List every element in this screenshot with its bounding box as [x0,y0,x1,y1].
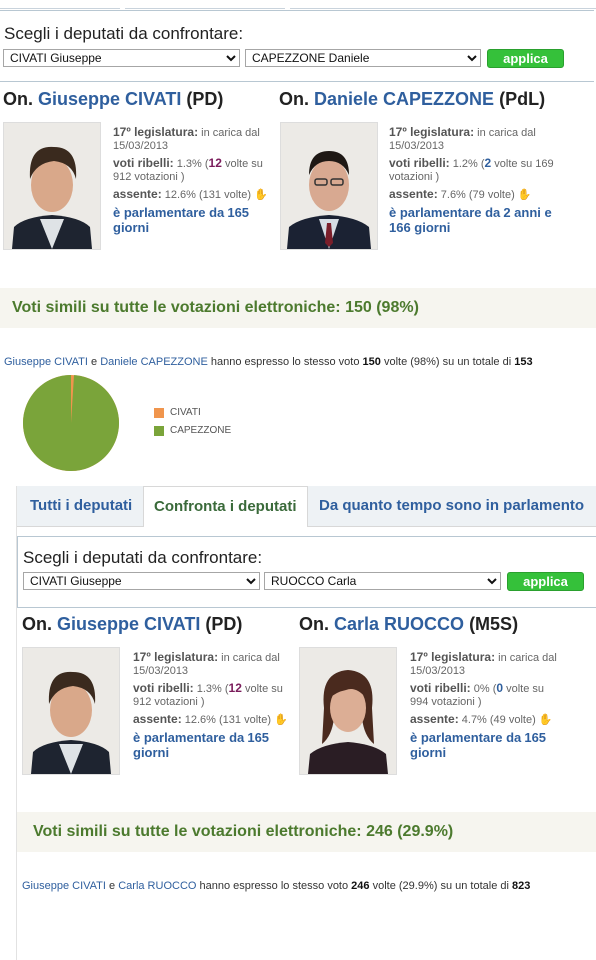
mp-heading-civati: On. Giuseppe CIVATI (PD) [3,89,224,109]
legend-swatch-civati [154,408,164,418]
legend-label-civati: CIVATI [170,407,201,418]
compare-picker-panel: Scegli i deputati da confrontare: CIVATI… [0,10,594,82]
similar-votes-banner-2: Voti simili su tutte le votazioni elettr… [17,812,596,852]
deputy-select-1[interactable]: CIVATI Giuseppe [3,49,240,67]
mp-info-capezzone: 17º legislatura: in carica dal 15/03/201… [389,125,554,235]
legend-swatch-capezzone [154,426,164,436]
mp-link-civati-2[interactable]: Giuseppe CIVATI [57,614,200,634]
left-divider [0,486,17,960]
compare-picker-panel-2: Scegli i deputati da confrontare: CIVATI… [17,536,596,608]
thumbs-down-icon: ✋ [254,189,268,201]
same-vote-pie-chart [22,375,119,471]
mp-photo-capezzone[interactable] [280,122,378,250]
mp-info-ruocco: 17º legislatura: in carica dal 15/03/201… [410,650,557,760]
mp-photo-civati-2[interactable] [22,647,120,775]
deputy-select-2b[interactable]: RUOCCO Carla [264,572,501,590]
picker-label: Scegli i deputati da confrontare: [4,24,244,43]
summary-link-civati-2[interactable]: Giuseppe CIVATI [22,880,106,892]
summary-link-ruocco[interactable]: Carla RUOCCO [118,880,196,892]
picker-label-2: Scegli i deputati da confrontare: [23,548,263,567]
deputy-select-2[interactable]: CAPEZZONE Daniele [245,49,481,67]
mp-info-civati: 17º legislatura: in carica dal 15/03/201… [113,125,268,235]
thumbs-up-icon: ✋ [517,189,532,201]
thumbs-down-icon: ✋ [274,714,288,726]
tab-tutti-deputati[interactable]: Tutti i deputati [30,497,132,514]
mp-heading-capezzone: On. Daniele CAPEZZONE (PdL) [279,89,546,109]
thumbs-up-icon: ✋ [538,714,553,726]
summary-line: Giuseppe CIVATI e Daniele CAPEZZONE hann… [4,356,533,368]
summary-link-civati[interactable]: Giuseppe CIVATI [4,356,88,368]
mp-link-civati[interactable]: Giuseppe CIVATI [38,89,181,109]
deputy-select-1b[interactable]: CIVATI Giuseppe [23,572,260,590]
mp-link-ruocco[interactable]: Carla RUOCCO [334,614,464,634]
mp-heading-ruocco: On. Carla RUOCCO (M5S) [299,614,519,634]
mp-photo-civati[interactable] [3,122,101,250]
summary-link-capezzone[interactable]: Daniele CAPEZZONE [100,356,208,368]
mp-heading-civati-2: On. Giuseppe CIVATI (PD) [22,614,243,634]
tab-confronta-deputati[interactable]: Confronta i deputati [143,486,308,527]
mp-photo-ruocco[interactable] [299,647,397,775]
mp-info-civati-2: 17º legislatura: in carica dal 15/03/201… [133,650,288,760]
mp-link-capezzone[interactable]: Daniele CAPEZZONE [314,89,494,109]
legend-label-capezzone: CAPEZZONE [170,425,232,436]
apply-button-2[interactable]: applica [507,572,584,591]
tab-bar: Tutti i deputati Confronta i deputati Da… [17,486,596,527]
summary-line-2: Giuseppe CIVATI e Carla RUOCCO hanno esp… [22,880,531,892]
apply-button[interactable]: applica [487,49,564,68]
top-tab-strip [0,0,596,10]
similar-votes-banner: Voti simili su tutte le votazioni elettr… [0,288,596,328]
tab-tempo-parlamento[interactable]: Da quanto tempo sono in parlamento [319,497,584,514]
